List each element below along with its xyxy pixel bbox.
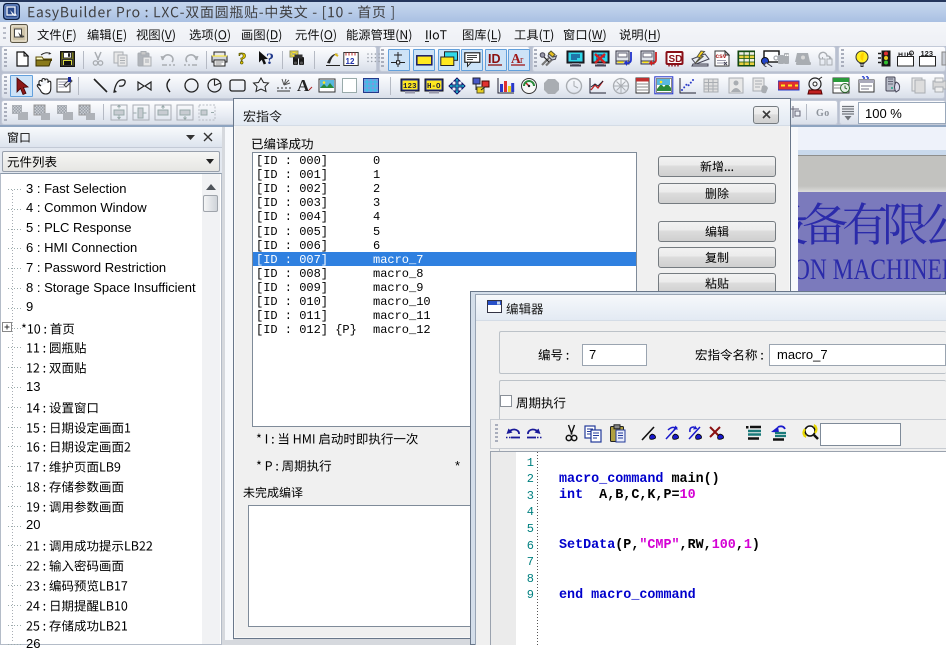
svg-text:?: ? [266, 51, 274, 67]
svg-text:A: A [297, 76, 310, 94]
svg-text:csv: csv [716, 53, 727, 60]
svg-text:?: ? [238, 50, 247, 67]
svg-text:123: 123 [921, 50, 934, 58]
svg-text:12: 12 [346, 57, 355, 66]
svg-text:ID: ID [488, 52, 501, 66]
svg-text:r: r [520, 55, 524, 66]
svg-text:123: 123 [403, 83, 417, 91]
svg-text:SD: SD [669, 54, 683, 65]
svg-text:H-O: H-O [427, 83, 441, 91]
